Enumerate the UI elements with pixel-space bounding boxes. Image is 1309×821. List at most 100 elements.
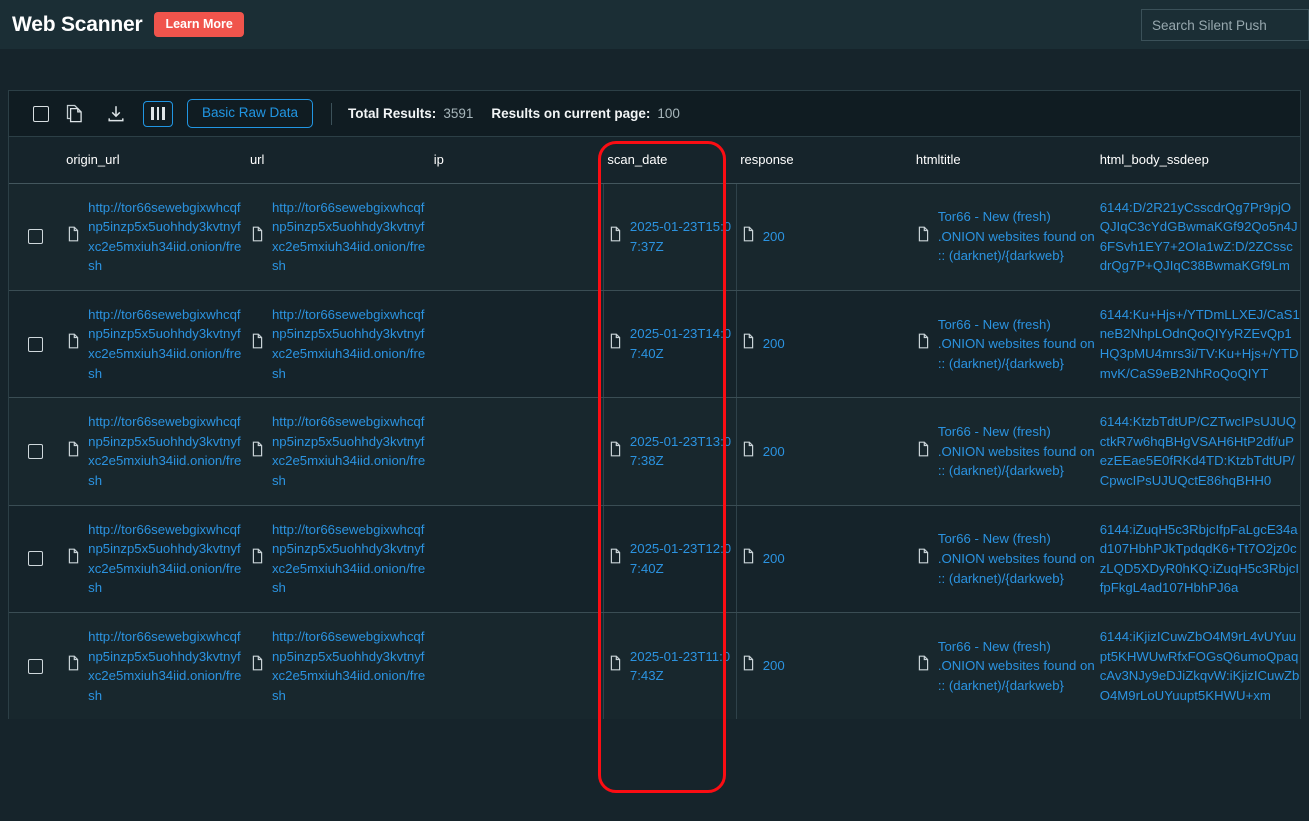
column-header-html-body-ssdeep[interactable]: html_body_ssdeep [1095, 137, 1300, 184]
row-checkbox[interactable] [28, 229, 44, 245]
column-header-scan-date[interactable]: scan_date [603, 137, 737, 184]
scan-date-link[interactable]: 2025-01-23T12:07:40Z [630, 539, 736, 578]
origin-url-link[interactable]: http://tor66sewebgixwhcqfnp5inzp5x5uohhd… [88, 412, 246, 490]
row-checkbox[interactable] [28, 336, 44, 352]
response-link[interactable]: 200 [763, 549, 785, 569]
document-icon[interactable] [741, 655, 754, 677]
document-icon[interactable] [608, 548, 621, 570]
row-select-cell [9, 397, 63, 506]
column-header-url[interactable]: url [245, 137, 430, 184]
document-icon[interactable] [250, 548, 263, 570]
cell-scan-date: 2025-01-23T13:07:38Z [603, 397, 737, 506]
cell-origin-url: http://tor66sewebgixwhcqfnp5inzp5x5uohhd… [62, 397, 246, 506]
cell-html-body-ssdeep: 6144:D/2R21yCsscdrQg7Pr9pjOQJIqC3cYdGBwm… [1095, 183, 1300, 291]
html-body-ssdeep-value[interactable]: 6144:iKjizICuwZbO4M9rL4vUYuupt5KHWUwRfxF… [1100, 627, 1300, 705]
document-icon[interactable] [66, 548, 79, 570]
origin-url-link[interactable]: http://tor66sewebgixwhcqfnp5inzp5x5uohhd… [88, 305, 246, 383]
document-icon[interactable] [608, 441, 621, 463]
row-select-cell [9, 183, 63, 291]
scan-date-link[interactable]: 2025-01-23T15:07:37Z [630, 217, 736, 256]
origin-url-link[interactable]: http://tor66sewebgixwhcqfnp5inzp5x5uohhd… [88, 520, 246, 598]
html-body-ssdeep-value[interactable]: 6144:D/2R21yCsscdrQg7Pr9pjOQJIqC3cYdGBwm… [1100, 198, 1300, 276]
scan-date-link[interactable]: 2025-01-23T13:07:38Z [630, 432, 736, 471]
column-header-ip[interactable]: ip [429, 137, 604, 184]
response-link[interactable]: 200 [763, 227, 785, 247]
document-icon[interactable] [916, 548, 929, 570]
total-results-stat: Total Results: 3591 [348, 106, 473, 121]
cell-response: 200 [736, 505, 912, 614]
cell-origin-url: http://tor66sewebgixwhcqfnp5inzp5x5uohhd… [62, 290, 246, 399]
document-icon[interactable] [741, 333, 754, 355]
row-checkbox[interactable] [28, 658, 44, 674]
response-link[interactable]: 200 [763, 442, 785, 462]
cell-html-body-ssdeep: 6144:KtzbTdtUP/CZTwcIPsUJUQctkR7w6hqBHgV… [1095, 397, 1300, 506]
table-row: http://tor66sewebgixwhcqfnp5inzp5x5uohhd… [9, 505, 1300, 614]
htmltitle-link[interactable]: Tor66 - New (fresh) .ONION websites foun… [938, 529, 1096, 588]
cell-ip [429, 612, 604, 720]
page-results-stat: Results on current page: 100 [491, 106, 680, 121]
html-body-ssdeep-value[interactable]: 6144:iZuqH5c3RbjcIfpFaLgcE34ad107HbhPJkT… [1100, 520, 1300, 598]
download-icon[interactable] [99, 100, 133, 128]
origin-url-link[interactable]: http://tor66sewebgixwhcqfnp5inzp5x5uohhd… [88, 198, 246, 276]
document-icon[interactable] [250, 655, 263, 677]
cell-scan-date: 2025-01-23T11:07:43Z [603, 612, 737, 720]
column-header-response[interactable]: response [736, 137, 912, 184]
search-container [1141, 9, 1309, 41]
cell-scan-date: 2025-01-23T15:07:37Z [603, 183, 737, 291]
url-link[interactable]: http://tor66sewebgixwhcqfnp5inzp5x5uohhd… [272, 412, 430, 490]
url-link[interactable]: http://tor66sewebgixwhcqfnp5inzp5x5uohhd… [272, 198, 430, 276]
htmltitle-link[interactable]: Tor66 - New (fresh) .ONION websites foun… [938, 637, 1096, 696]
cell-origin-url: http://tor66sewebgixwhcqfnp5inzp5x5uohhd… [62, 612, 246, 720]
response-link[interactable]: 200 [763, 334, 785, 354]
document-icon[interactable] [916, 655, 929, 677]
htmltitle-link[interactable]: Tor66 - New (fresh) .ONION websites foun… [938, 315, 1096, 374]
origin-url-link[interactable]: http://tor66sewebgixwhcqfnp5inzp5x5uohhd… [88, 627, 246, 705]
columns-icon[interactable] [143, 100, 173, 127]
document-icon[interactable] [608, 333, 621, 355]
document-icon[interactable] [66, 226, 79, 248]
column-header-htmltitle[interactable]: htmltitle [911, 137, 1096, 184]
document-icon[interactable] [66, 441, 79, 463]
document-icon[interactable] [66, 333, 79, 355]
top-header-bar: Web Scanner Learn More [0, 0, 1309, 50]
url-link[interactable]: http://tor66sewebgixwhcqfnp5inzp5x5uohhd… [272, 627, 430, 705]
row-checkbox[interactable] [28, 443, 44, 459]
document-icon[interactable] [608, 655, 621, 677]
url-link[interactable]: http://tor66sewebgixwhcqfnp5inzp5x5uohhd… [272, 520, 430, 598]
document-icon[interactable] [250, 333, 263, 355]
scan-date-link[interactable]: 2025-01-23T14:07:40Z [630, 324, 736, 363]
url-link[interactable]: http://tor66sewebgixwhcqfnp5inzp5x5uohhd… [272, 305, 430, 383]
page-body: Basic Raw Data Total Results: 3591 Resul… [0, 50, 1309, 720]
document-icon[interactable] [608, 226, 621, 248]
cell-url: http://tor66sewebgixwhcqfnp5inzp5x5uohhd… [245, 612, 430, 720]
basic-raw-data-button[interactable]: Basic Raw Data [187, 99, 314, 128]
cell-ip [429, 183, 604, 291]
copy-icon[interactable] [57, 100, 91, 128]
document-icon[interactable] [250, 441, 263, 463]
document-icon[interactable] [741, 226, 754, 248]
document-icon[interactable] [250, 226, 263, 248]
search-input[interactable] [1141, 9, 1309, 41]
document-icon[interactable] [741, 441, 754, 463]
column-header-origin-url[interactable]: origin_url [62, 137, 246, 184]
document-icon[interactable] [916, 226, 929, 248]
document-icon[interactable] [916, 333, 929, 355]
htmltitle-link[interactable]: Tor66 - New (fresh) .ONION websites foun… [938, 207, 1096, 266]
cell-response: 200 [736, 397, 912, 506]
document-icon[interactable] [741, 548, 754, 570]
column-header-ip-label: ip [433, 152, 444, 168]
row-select-cell [9, 505, 63, 614]
html-body-ssdeep-value[interactable]: 6144:KtzbTdtUP/CZTwcIPsUJUQctkR7w6hqBHgV… [1100, 412, 1300, 490]
results-table: origin_url url ip scan_date response htm… [9, 137, 1300, 720]
cell-response: 200 [736, 290, 912, 399]
learn-more-button[interactable]: Learn More [154, 11, 244, 38]
scan-date-link[interactable]: 2025-01-23T11:07:43Z [630, 647, 736, 686]
response-link[interactable]: 200 [763, 656, 785, 676]
select-all-checkbox[interactable] [33, 105, 49, 122]
htmltitle-link[interactable]: Tor66 - New (fresh) .ONION websites foun… [938, 422, 1096, 481]
row-select-cell [9, 612, 63, 720]
document-icon[interactable] [916, 441, 929, 463]
document-icon[interactable] [66, 655, 79, 677]
html-body-ssdeep-value[interactable]: 6144:Ku+Hjs+/YTDmLLXEJ/CaS1neB2NhpLOdnQo… [1100, 305, 1300, 383]
row-checkbox[interactable] [28, 551, 44, 567]
